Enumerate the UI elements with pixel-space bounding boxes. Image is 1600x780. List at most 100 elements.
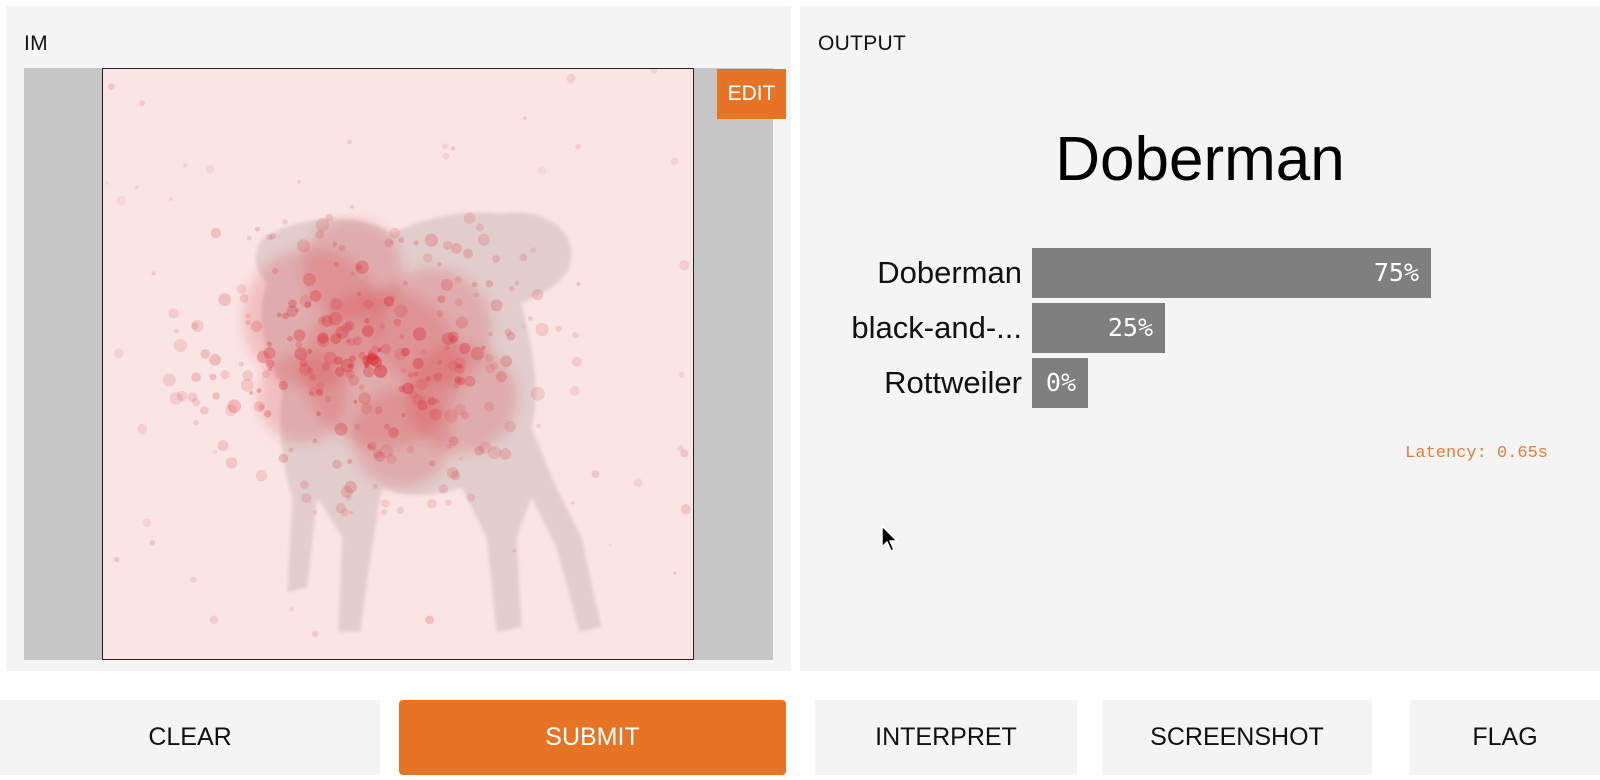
heatmap-dot — [191, 322, 199, 330]
heatmap-dot — [572, 331, 579, 339]
heatmap-dot — [519, 253, 528, 262]
heatmap-dot — [506, 331, 516, 341]
heatmap-dot — [209, 373, 217, 381]
heatmap-dot — [394, 304, 408, 318]
heatmap-dot — [576, 281, 581, 287]
heatmap-dot — [295, 341, 303, 349]
heatmap-dot — [377, 347, 382, 353]
heatmap-dot — [142, 518, 152, 527]
heatmap-dot — [509, 286, 515, 292]
heatmap-dot — [334, 366, 345, 377]
heatmap-dot — [389, 295, 396, 302]
heatmap-dot — [239, 293, 249, 303]
confidence-label: Rottweiler — [884, 365, 1022, 400]
heatmap-dot — [312, 438, 318, 444]
edit-button[interactable]: EDIT — [717, 69, 786, 119]
heatmap-dot — [485, 353, 494, 363]
heatmap-dot — [245, 319, 251, 326]
confidence-bar: 75% — [1032, 248, 1431, 298]
heatmap-dot — [345, 338, 351, 344]
image-input-area[interactable]: EDIT — [24, 68, 786, 660]
heatmap-dot — [450, 146, 456, 152]
heatmap-dot — [521, 324, 527, 330]
heatmap-dot — [402, 280, 408, 286]
confidence-row: Doberman 75% — [800, 248, 1600, 298]
heatmap-dot — [396, 506, 405, 515]
heatmap-dot — [413, 240, 419, 246]
heatmap-dot — [415, 378, 428, 391]
heatmap-dot — [446, 467, 459, 479]
heatmap-dot — [312, 630, 319, 637]
heatmap-dot — [471, 281, 478, 288]
heatmap-dot — [294, 347, 308, 361]
heatmap-dot — [265, 359, 275, 368]
heatmap-dot — [116, 195, 127, 206]
heatmap-dot — [363, 365, 375, 378]
heatmap-dot — [360, 402, 372, 415]
heatmap-dot — [220, 370, 230, 380]
heatmap-dot — [389, 227, 401, 239]
heatmap-dot — [134, 185, 139, 190]
heatmap-dot — [366, 352, 376, 362]
heatmap-dot — [401, 413, 406, 418]
heatmap-dot — [276, 312, 282, 318]
heatmap-dot — [218, 293, 232, 306]
heatmap-dot — [353, 399, 358, 404]
clear-button[interactable]: CLEAR — [0, 700, 380, 775]
heatmap-dot — [209, 353, 221, 366]
submit-button[interactable]: SUBMIT — [399, 700, 786, 775]
heatmap-dot — [300, 480, 309, 489]
screenshot-button[interactable]: SCREENSHOT — [1102, 700, 1372, 775]
heatmap-dot — [537, 166, 547, 176]
heatmap-dot — [296, 239, 311, 253]
flag-button[interactable]: FLAG — [1410, 700, 1600, 775]
heatmap-dot — [193, 419, 199, 426]
output-label: OUTPUT — [818, 32, 907, 55]
heatmap-dot — [444, 345, 450, 351]
heatmap-dot — [372, 483, 378, 489]
heatmap-dot — [266, 234, 273, 241]
heatmap-dot — [105, 181, 109, 186]
heatmap-dot — [412, 393, 424, 405]
heatmap-dot — [242, 370, 254, 381]
heatmap-dot — [500, 355, 513, 368]
heatmap-dot — [205, 165, 215, 175]
interpretation-image — [102, 68, 694, 660]
latency-text: Latency: 0.65s — [1405, 444, 1548, 463]
heatmap-dot — [364, 318, 370, 324]
heatmap-dot — [427, 498, 437, 509]
heatmap-dot — [225, 457, 238, 469]
heatmap-dot — [428, 460, 436, 467]
heatmap-dot — [477, 233, 490, 246]
heatmap-dot — [217, 439, 229, 452]
heatmap-dot — [384, 423, 391, 430]
heatmap-dot — [388, 427, 399, 438]
heatmap-dot — [266, 341, 272, 347]
heatmap-dot — [633, 478, 643, 488]
heatmap-dot — [324, 395, 332, 403]
heatmap-dot — [138, 100, 145, 107]
heatmap-dot — [530, 247, 537, 253]
heatmap-dot — [212, 392, 220, 400]
heatmap-dot — [288, 299, 297, 308]
heatmap-dot — [459, 342, 471, 355]
heatmap-dot — [488, 332, 493, 337]
heatmap-dot — [338, 244, 346, 252]
heatmap-dot — [380, 508, 388, 516]
heatmap-dot — [263, 409, 272, 418]
heatmap-dot — [258, 403, 265, 411]
heatmap-dot — [293, 329, 306, 342]
heatmap-dot — [499, 447, 512, 460]
heatmap-dot — [299, 294, 312, 308]
heatmap-dot — [272, 268, 279, 275]
heatmap-dot — [425, 615, 434, 625]
heatmap-dot — [190, 576, 197, 583]
heatmap-dot — [492, 255, 501, 263]
heatmap-dot — [250, 320, 263, 333]
heatmap-dot — [137, 423, 148, 434]
heatmap-dot — [245, 313, 251, 319]
heatmap-dot — [174, 328, 179, 334]
heatmap-dot — [176, 390, 188, 402]
interpret-button[interactable]: INTERPRET — [815, 700, 1077, 775]
heatmap-dot — [463, 212, 476, 224]
